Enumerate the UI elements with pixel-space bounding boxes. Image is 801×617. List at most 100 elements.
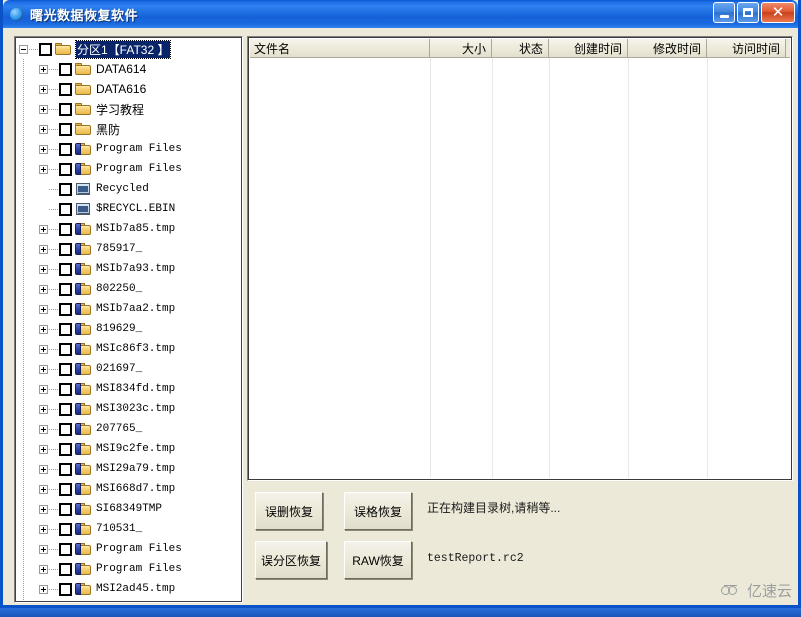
expand-expander-icon[interactable] bbox=[39, 224, 48, 234]
expand-expander-icon[interactable] bbox=[39, 284, 48, 294]
expand-expander-icon[interactable] bbox=[39, 344, 48, 354]
tree-node[interactable]: Program Files bbox=[17, 159, 240, 179]
expand-expander-icon[interactable] bbox=[39, 444, 48, 454]
tree-node[interactable]: MSI29a79.tmp bbox=[17, 459, 240, 479]
file-list-column-header[interactable]: 创建时间 bbox=[549, 39, 628, 58]
tree-node[interactable]: $RECYCL.EBIN bbox=[17, 199, 240, 219]
expand-expander-icon[interactable] bbox=[39, 84, 48, 94]
file-list-body[interactable] bbox=[250, 58, 790, 478]
expand-expander-icon[interactable] bbox=[39, 424, 48, 434]
tree-node[interactable]: Program Files bbox=[17, 539, 240, 559]
undelete-recovery-button[interactable]: 误删恢复 bbox=[255, 492, 323, 530]
tree-node[interactable]: MSIb7a93.tmp bbox=[17, 259, 240, 279]
tree-node-checkbox[interactable] bbox=[59, 562, 72, 576]
expand-expander-icon[interactable] bbox=[39, 144, 48, 154]
tree-node-checkbox[interactable] bbox=[59, 222, 72, 236]
tree-node[interactable]: 802250_ bbox=[17, 279, 240, 299]
file-list-column-header[interactable]: 访问时间 bbox=[707, 39, 786, 58]
tree-node[interactable]: MSIc86f3.tmp bbox=[17, 339, 240, 359]
expand-expander-icon[interactable] bbox=[39, 584, 48, 594]
tree-root-node[interactable]: 分区1【FAT32 】 bbox=[17, 39, 240, 59]
expand-expander-icon[interactable] bbox=[39, 384, 48, 394]
tree-node-checkbox[interactable] bbox=[59, 262, 72, 276]
file-list-column-header[interactable]: 文件名 bbox=[250, 39, 430, 58]
directory-tree[interactable]: 分区1【FAT32 】 DATA614 DATA616 学习教程 黑防 Program F… bbox=[17, 39, 240, 600]
tree-node-checkbox[interactable] bbox=[59, 162, 72, 176]
directory-tree-panel[interactable]: 分区1【FAT32 】 DATA614 DATA616 学习教程 黑防 Program F… bbox=[14, 36, 243, 603]
tree-node[interactable]: Program Files bbox=[17, 139, 240, 159]
tree-node[interactable]: 819629_ bbox=[17, 319, 240, 339]
expand-expander-icon[interactable] bbox=[39, 524, 48, 534]
tree-node-checkbox[interactable] bbox=[59, 182, 72, 196]
tree-node-checkbox[interactable] bbox=[59, 582, 72, 596]
expand-expander-icon[interactable] bbox=[39, 484, 48, 494]
file-list-column-header[interactable]: 修改时间 bbox=[628, 39, 707, 58]
tree-node[interactable]: MSI2ad45.tmp bbox=[17, 579, 240, 599]
tree-node[interactable]: MSI9c2fe.tmp bbox=[17, 439, 240, 459]
raw-recovery-button[interactable]: RAW恢复 bbox=[344, 541, 412, 579]
tree-node-checkbox[interactable] bbox=[59, 462, 72, 476]
tree-node-checkbox[interactable] bbox=[59, 122, 72, 136]
tree-node-checkbox[interactable] bbox=[59, 362, 72, 376]
tree-node-checkbox[interactable] bbox=[59, 502, 72, 516]
tree-node[interactable]: DATA614 bbox=[17, 59, 240, 79]
close-button[interactable]: ✕ bbox=[761, 2, 795, 23]
tree-node-checkbox[interactable] bbox=[59, 302, 72, 316]
expand-expander-icon[interactable] bbox=[39, 324, 48, 334]
expand-expander-icon[interactable] bbox=[39, 564, 48, 574]
tree-node[interactable]: 207765_ bbox=[17, 419, 240, 439]
minimize-button[interactable] bbox=[713, 2, 735, 23]
tree-node-checkbox[interactable] bbox=[39, 42, 52, 56]
expand-expander-icon[interactable] bbox=[39, 164, 48, 174]
tree-node[interactable]: MSIb7aa2.tmp bbox=[17, 299, 240, 319]
tree-node[interactable]: 021697_ bbox=[17, 359, 240, 379]
tree-node[interactable]: MSI3023c.tmp bbox=[17, 399, 240, 419]
tree-node-checkbox[interactable] bbox=[59, 202, 72, 216]
file-list-column-header[interactable]: 大小 bbox=[430, 39, 492, 58]
expand-expander-icon[interactable] bbox=[39, 364, 48, 374]
tree-node-checkbox[interactable] bbox=[59, 282, 72, 296]
tree-node-checkbox[interactable] bbox=[59, 82, 72, 96]
expand-expander-icon[interactable] bbox=[39, 464, 48, 474]
tree-node-checkbox[interactable] bbox=[59, 482, 72, 496]
tree-node-checkbox[interactable] bbox=[59, 62, 72, 76]
file-list-panel[interactable]: 文件名 大小 状态 创建时间 修改时间 访问时间 bbox=[247, 36, 793, 481]
expand-expander-icon[interactable] bbox=[39, 264, 48, 274]
tree-node[interactable]: Recycled bbox=[17, 179, 240, 199]
tree-node[interactable]: 学习教程 bbox=[17, 99, 240, 119]
expand-expander-icon[interactable] bbox=[39, 304, 48, 314]
tree-node[interactable]: SI68349TMP bbox=[17, 499, 240, 519]
tree-node-checkbox[interactable] bbox=[59, 382, 72, 396]
unformat-recovery-button[interactable]: 误格恢复 bbox=[344, 492, 412, 530]
file-list[interactable]: 文件名 大小 状态 创建时间 修改时间 访问时间 bbox=[250, 39, 790, 478]
tree-node[interactable]: MSIb7a85.tmp bbox=[17, 219, 240, 239]
file-list-column-header[interactable]: 状态 bbox=[492, 39, 549, 58]
maximize-button[interactable] bbox=[737, 2, 759, 23]
tree-node-checkbox[interactable] bbox=[59, 542, 72, 556]
tree-node-checkbox[interactable] bbox=[59, 102, 72, 116]
tree-node[interactable]: 785917_ bbox=[17, 239, 240, 259]
tree-node-checkbox[interactable] bbox=[59, 242, 72, 256]
tree-node[interactable]: Program Files bbox=[17, 559, 240, 579]
expand-expander-icon[interactable] bbox=[39, 244, 48, 254]
tree-node[interactable]: MSI668d7.tmp bbox=[17, 479, 240, 499]
expand-expander-icon[interactable] bbox=[39, 404, 48, 414]
tree-node[interactable]: 黑防 bbox=[17, 119, 240, 139]
tree-node[interactable]: 710531_ bbox=[17, 519, 240, 539]
expand-expander-icon[interactable] bbox=[39, 544, 48, 554]
collapse-expander-icon[interactable] bbox=[19, 44, 28, 54]
expand-expander-icon[interactable] bbox=[39, 124, 48, 134]
expand-expander-icon[interactable] bbox=[39, 104, 48, 114]
tree-node[interactable]: MSI834fd.tmp bbox=[17, 379, 240, 399]
tree-node-checkbox[interactable] bbox=[59, 442, 72, 456]
tree-node-checkbox[interactable] bbox=[59, 402, 72, 416]
tree-node-checkbox[interactable] bbox=[59, 342, 72, 356]
tree-node-checkbox[interactable] bbox=[59, 422, 72, 436]
expand-expander-icon[interactable] bbox=[39, 504, 48, 514]
tree-node-checkbox[interactable] bbox=[59, 522, 72, 536]
tree-node-checkbox[interactable] bbox=[59, 142, 72, 156]
file-list-header[interactable]: 文件名 大小 状态 创建时间 修改时间 访问时间 bbox=[250, 39, 790, 58]
expand-expander-icon[interactable] bbox=[39, 64, 48, 74]
tree-node-checkbox[interactable] bbox=[59, 322, 72, 336]
partition-recovery-button[interactable]: 误分区恢复 bbox=[255, 541, 327, 579]
